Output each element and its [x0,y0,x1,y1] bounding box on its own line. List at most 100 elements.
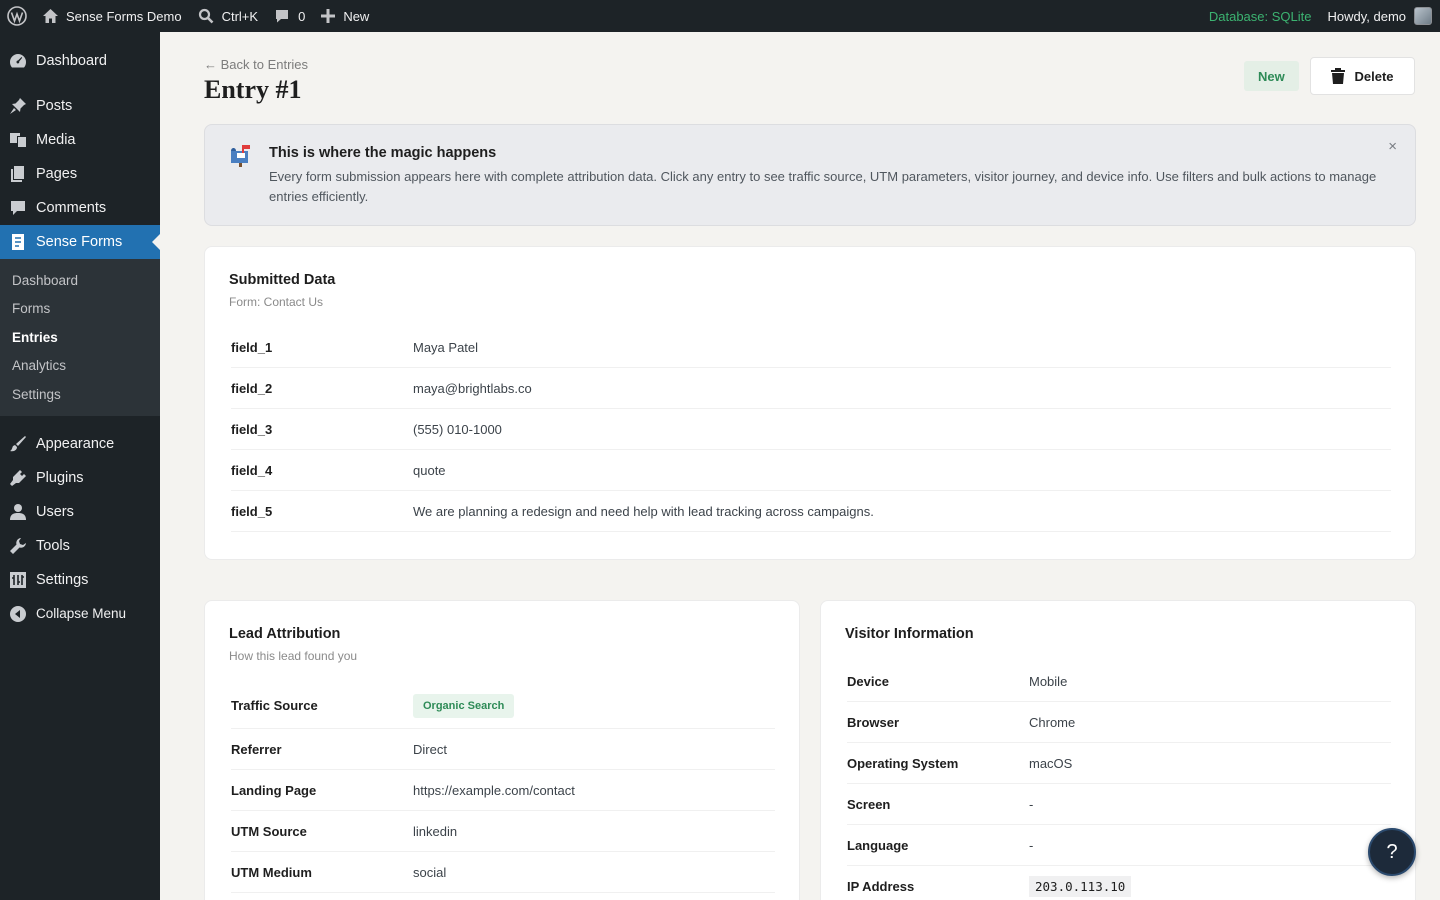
media-icon [9,131,27,149]
menu-item-users[interactable]: Users [0,495,160,529]
data-row: field_5 We are planning a redesign and ne… [231,491,1391,532]
menu-label: Posts [36,98,73,114]
menu-item-sense-forms[interactable]: Sense Forms [0,225,160,259]
help-button[interactable]: ? [1368,828,1416,876]
row-key: field_1 [231,339,273,355]
back-to-entries-link[interactable]: ← Back to Entries [204,57,308,72]
menu-item-dashboard[interactable]: Dashboard [0,44,160,78]
menu-label: Tools [36,537,70,554]
ip-address-value: 203.0.113.10 [1029,876,1132,897]
row-key: Device [847,673,889,689]
menu-label: Sense Forms [36,234,123,250]
notice-title: This is where the magic happens [269,145,497,161]
dashboard-icon [9,52,27,70]
admin-sidebar: Dashboard Posts Media Pages Comments Sen… [0,32,160,900]
menu-item-tools[interactable]: Tools [0,529,160,563]
menu-item-posts[interactable]: Posts [0,89,160,123]
database-status: Database: SQLite [1208,8,1312,24]
row-value: Maya Patel [413,339,479,355]
new-label: New [343,8,370,24]
data-row: Browser Chrome [847,702,1391,743]
avatar[interactable] [1414,7,1432,25]
collapse-menu-button[interactable]: Collapse Menu [0,597,160,631]
row-key: Screen [847,796,891,812]
admin-bar: Sense Forms Demo Ctrl+K 0 New Database: … [0,0,1440,32]
plus-icon [321,9,336,23]
user-greeting[interactable]: Howdy, demo [1327,9,1406,24]
row-value: quote [413,462,446,478]
pin-icon [9,97,27,115]
mailbox-icon [228,142,254,168]
row-key: IP Address [847,879,915,894]
row-key: field_2 [231,380,273,396]
card-title: Lead Attribution [229,626,341,642]
menu-item-appearance[interactable]: Appearance [0,427,160,461]
wordpress-logo-icon[interactable] [0,0,34,32]
data-row: Landing Page https://example.com/contact [231,770,775,811]
submenu-forms[interactable]: Forms [0,295,160,324]
data-row: IP Address 203.0.113.10 [847,866,1391,900]
menu-item-plugins[interactable]: Plugins [0,461,160,495]
menu-label: Comments [36,200,107,216]
trash-icon [1331,68,1346,84]
data-row: Device Mobile [847,661,1391,702]
card-subtitle: How this lead found you [229,649,358,663]
submenu-dashboard[interactable]: Dashboard [0,266,160,295]
row-key: Referrer [231,741,282,757]
data-row: field_3 (555) 010-1000 [231,409,1391,450]
row-value: linkedin [413,823,458,839]
row-value: Chrome [1029,714,1076,730]
sense-forms-submenu: Dashboard Forms Entries Analytics Settin… [0,259,160,416]
row-key: Browser [847,714,900,730]
site-name-link[interactable]: Sense Forms Demo [34,0,190,32]
lead-attribution-card: Lead Attribution How this lead found you… [204,600,800,900]
search-icon [198,8,214,24]
menu-label: Pages [36,166,78,182]
submenu-analytics[interactable]: Analytics [0,352,160,381]
card-title: Submitted Data [229,272,336,288]
comment-icon [9,199,27,217]
new-content-link[interactable]: New [313,0,377,32]
row-value: Mobile [1029,673,1068,689]
wrench-icon [9,537,27,555]
menu-item-media[interactable]: Media [0,123,160,157]
row-key: UTM Medium [231,864,312,880]
menu-label: Users [36,503,74,520]
card-subtitle: Form: Contact Us [229,295,324,309]
data-row: field_4 quote [231,450,1391,491]
data-row: Traffic Source Organic Search [231,683,775,729]
row-value: We are planning a redesign and need help… [413,503,874,519]
row-value: macOS [1029,755,1073,771]
main-content: ← Back to Entries Entry #1 New Delete Th… [160,32,1440,900]
data-row: Referrer Direct [231,729,775,770]
data-row: UTM Source linkedin [231,811,775,852]
menu-item-pages[interactable]: Pages [0,157,160,191]
home-icon [43,9,58,23]
delete-label: Delete [1354,68,1394,84]
submitted-rows: field_1 Maya Patel field_2 maya@brightlabs… [231,327,1391,532]
submenu-settings[interactable]: Settings [0,380,160,409]
visitor-rows: Device Mobile Browser Chrome Operating Sys… [847,661,1391,900]
collapse-icon [9,605,27,623]
row-value: https://example.com/contact [413,782,575,798]
search-shortcut[interactable]: Ctrl+K [190,0,266,32]
row-key: field_5 [231,503,273,519]
page-title: Entry #1 [204,75,302,104]
menu-item-settings[interactable]: Settings [0,563,160,597]
user-icon [9,503,27,521]
menu-label: Collapse Menu [36,606,127,621]
comment-icon [276,10,289,23]
close-icon[interactable]: × [1388,138,1397,155]
status-badge: New [1244,61,1299,91]
menu-item-comments[interactable]: Comments [0,191,160,225]
row-key: Landing Page [231,782,317,798]
comments-link[interactable]: 0 [266,0,313,32]
row-value: maya@brightlabs.co [413,380,532,396]
row-key: field_4 [231,462,273,478]
submenu-entries[interactable]: Entries [0,323,160,352]
delete-button[interactable]: Delete [1310,57,1415,95]
comments-count: 0 [298,8,306,24]
brush-icon [9,435,27,453]
row-value: - [1029,837,1034,853]
row-value: (555) 010-1000 [413,421,502,437]
